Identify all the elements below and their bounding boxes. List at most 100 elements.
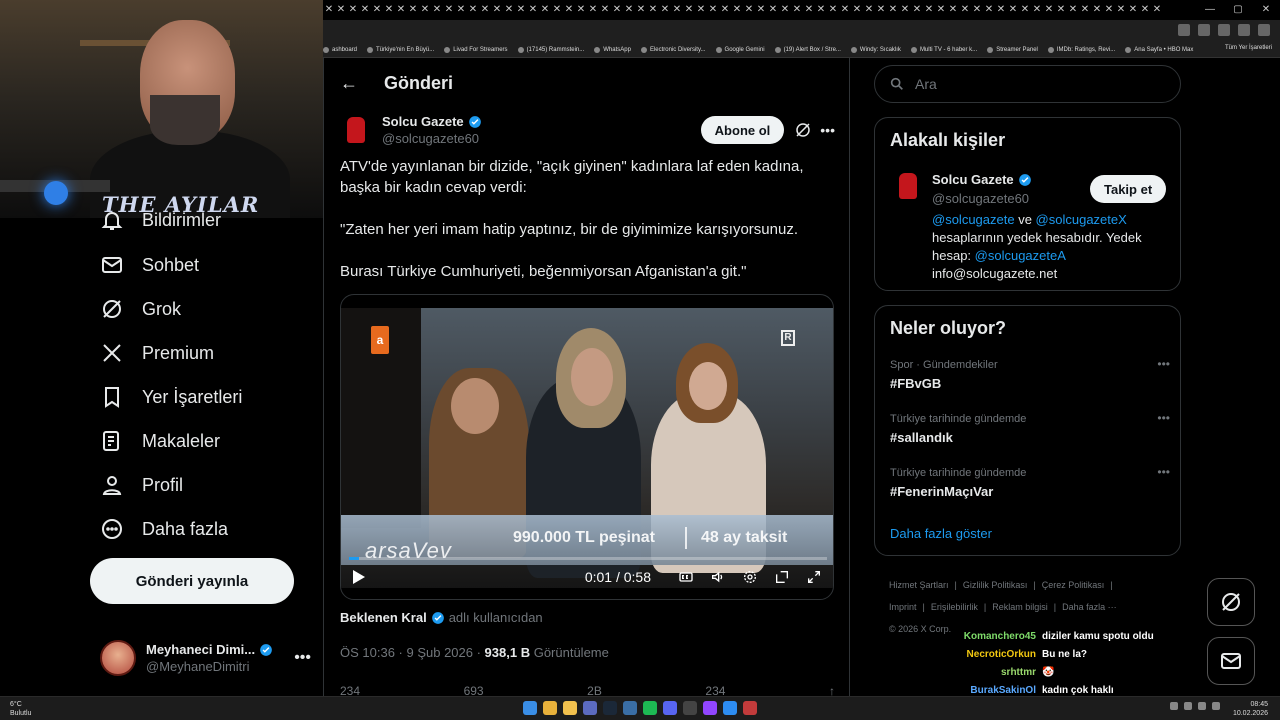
tab-close-icon[interactable]: ✕ <box>455 0 467 20</box>
post-date[interactable]: ÖS 10:36 · 9 Şub 2026 · <box>340 645 485 660</box>
tab-close-icon[interactable]: ✕ <box>719 0 731 20</box>
footer-link[interactable]: Imprint <box>889 602 917 612</box>
tab-close-icon[interactable]: ✕ <box>575 0 587 20</box>
address-bar[interactable] <box>323 20 1280 42</box>
nav-item-bookmarks[interactable]: Yer İşaretleri <box>100 380 242 414</box>
profile-icon[interactable] <box>1258 24 1270 36</box>
bio-link[interactable]: @solcugazeteA <box>975 248 1066 263</box>
more-dots-icon[interactable]: ••• <box>294 649 311 667</box>
related-name[interactable]: Solcu Gazete <box>932 172 1014 187</box>
nav-item-chat[interactable]: Sohbet <box>100 248 199 282</box>
bookmark-item[interactable]: Electronic Diversity... <box>640 46 706 53</box>
tab-close-icon[interactable]: ✕ <box>527 0 539 20</box>
tab-close-icon[interactable]: ✕ <box>1067 0 1079 20</box>
video-frame[interactable]: a R arsaVev 990.000 TL peşinat 48 ay tak… <box>341 308 833 588</box>
tab-close-icon[interactable]: ✕ <box>1151 0 1163 20</box>
related-name-row[interactable]: Solcu Gazete <box>932 172 1032 187</box>
tab-close-icon[interactable]: ✕ <box>1007 0 1019 20</box>
tab-close-icon[interactable]: ✕ <box>935 0 947 20</box>
post-button[interactable]: Gönderi yayınla <box>90 558 294 604</box>
bookmark-item[interactable]: Streamer Panel <box>987 46 1038 53</box>
footer-link[interactable]: Hizmet Şartları <box>889 580 949 590</box>
trend-item[interactable]: Türkiye tarihinde gündemde #sallandık ••… <box>890 411 1170 445</box>
nav-item-premium[interactable]: Premium <box>100 336 214 370</box>
tab-close-icon[interactable]: ✕ <box>407 0 419 20</box>
tab-close-icon[interactable]: ✕ <box>539 0 551 20</box>
tab-close-icon[interactable]: ✕ <box>659 0 671 20</box>
footer-link[interactable]: Daha fazla ··· <box>1062 602 1117 612</box>
more-dots-icon[interactable]: ••• <box>820 122 835 138</box>
tab-close-icon[interactable]: ✕ <box>875 0 887 20</box>
weather-widget[interactable]: 6°C Bulutlu <box>10 700 31 718</box>
app-icon[interactable] <box>583 701 597 715</box>
follow-button[interactable]: Takip et <box>1090 175 1167 203</box>
bookmark-item[interactable]: Google Gemini <box>715 46 765 53</box>
tab-close-icon[interactable]: ✕ <box>1127 0 1139 20</box>
tab-close-icon[interactable]: ✕ <box>779 0 791 20</box>
settings-gear-icon[interactable] <box>741 568 759 586</box>
bookmark-item[interactable]: Multi TV - 6 haber k... <box>910 46 977 53</box>
more-dots-icon[interactable]: ••• <box>1157 411 1170 425</box>
system-clock[interactable]: 08:45 10.02.2026 <box>1233 700 1268 718</box>
tray-icon[interactable] <box>1212 702 1220 710</box>
tab-close-icon[interactable]: ✕ <box>551 0 563 20</box>
search-box[interactable] <box>874 65 1181 103</box>
tab-close-icon[interactable]: ✕ <box>323 0 335 20</box>
tab-close-icon[interactable]: ✕ <box>995 0 1007 20</box>
tab-close-icon[interactable]: ✕ <box>1055 0 1067 20</box>
author-handle[interactable]: @solcugazete60 <box>382 131 482 146</box>
tab-close-icon[interactable]: ✕ <box>983 0 995 20</box>
tab-close-icon[interactable]: ✕ <box>695 0 707 20</box>
attribution-user[interactable]: Beklenen Kral <box>340 610 427 625</box>
app-icon[interactable] <box>723 701 737 715</box>
tab-close-icon[interactable]: ✕ <box>563 0 575 20</box>
all-bookmarks[interactable]: Tüm Yer İşaretleri <box>1225 45 1272 51</box>
tab-close-icon[interactable]: ✕ <box>1031 0 1043 20</box>
back-arrow-icon[interactable]: ← <box>340 73 358 94</box>
tab-close-icon[interactable]: ✕ <box>647 0 659 20</box>
nav-item-notifications[interactable]: Bildirimler <box>100 203 221 237</box>
maximize-icon[interactable]: ▢ <box>1224 0 1252 20</box>
tab-close-icon[interactable]: ✕ <box>1043 0 1055 20</box>
reply-button[interactable]: 234 <box>340 684 360 696</box>
tab-close-icon[interactable]: ✕ <box>467 0 479 20</box>
trend-item[interactable]: Spor · Gündemdekiler #FBvGB ••• <box>890 357 1170 391</box>
tab-close-icon[interactable]: ✕ <box>335 0 347 20</box>
search-input[interactable] <box>915 76 1155 92</box>
tab-close-icon[interactable]: ✕ <box>767 0 779 20</box>
bookmark-item[interactable]: WhatsApp <box>594 46 631 53</box>
repost-button[interactable]: 693 <box>464 684 484 696</box>
tab-close-icon[interactable]: ✕ <box>611 0 623 20</box>
nav-item-grok[interactable]: Grok <box>100 292 181 326</box>
close-icon[interactable]: ✕ <box>1252 0 1280 20</box>
tab-close-icon[interactable]: ✕ <box>479 0 491 20</box>
show-more-link[interactable]: Daha fazla göster <box>890 526 992 541</box>
tab-close-icon[interactable]: ✕ <box>1115 0 1127 20</box>
tab-close-icon[interactable]: ✕ <box>791 0 803 20</box>
tab-close-icon[interactable]: ✕ <box>815 0 827 20</box>
tab-close-icon[interactable]: ✕ <box>707 0 719 20</box>
tab-close-icon[interactable]: ✕ <box>419 0 431 20</box>
cast-icon[interactable] <box>1198 24 1210 36</box>
start-icon[interactable] <box>523 701 537 715</box>
bookmark-item[interactable]: (19) Alert Box / Stre... <box>774 46 841 53</box>
related-handle[interactable]: @solcugazete60 <box>932 191 1029 206</box>
tab-close-icon[interactable]: ✕ <box>731 0 743 20</box>
tab-close-icon[interactable]: ✕ <box>911 0 923 20</box>
footer-link[interactable]: Reklam bilgisi <box>992 602 1048 612</box>
tab-close-icon[interactable]: ✕ <box>599 0 611 20</box>
video-progress-bar[interactable] <box>349 557 827 560</box>
tab-close-icon[interactable]: ✕ <box>827 0 839 20</box>
tab-close-icon[interactable]: ✕ <box>671 0 683 20</box>
tab-close-icon[interactable]: ✕ <box>1079 0 1091 20</box>
tab-close-icon[interactable]: ✕ <box>863 0 875 20</box>
tab-close-icon[interactable]: ✕ <box>443 0 455 20</box>
star-icon[interactable] <box>1218 24 1230 36</box>
more-dots-icon[interactable]: ••• <box>1157 357 1170 371</box>
subscribe-button[interactable]: Abone ol <box>700 116 785 144</box>
steam-icon[interactable] <box>603 701 617 715</box>
trend-item[interactable]: Türkiye tarihinde gündemde #FenerinMaçıV… <box>890 465 1170 499</box>
twitch-icon[interactable] <box>703 701 717 715</box>
bio-link[interactable]: @solcugazete <box>932 212 1015 227</box>
tab-close-icon[interactable]: ✕ <box>743 0 755 20</box>
